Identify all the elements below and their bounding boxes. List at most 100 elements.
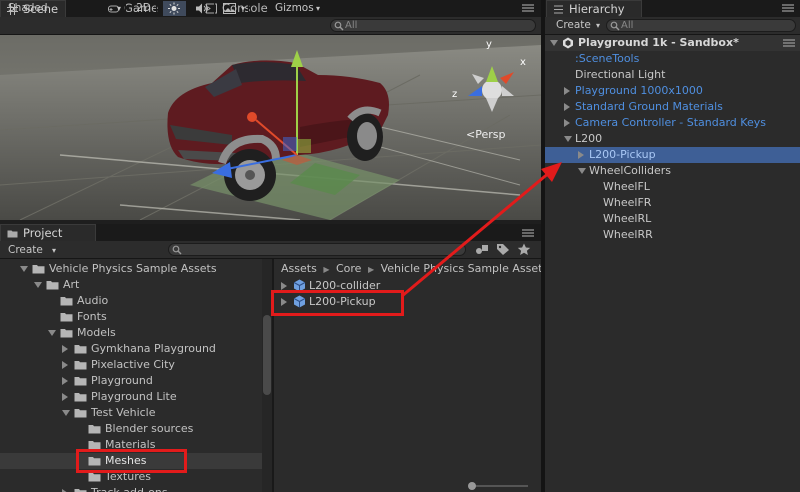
shading-mode-dropdown[interactable]: Shaded ▾	[4, 1, 126, 16]
projection-toggle[interactable]: <Persp	[466, 128, 505, 141]
folder-tree-label: Fonts	[77, 310, 107, 323]
hierarchy-item[interactable]: L200	[545, 131, 800, 147]
expand-arrow-icon[interactable]	[564, 103, 570, 111]
asset-zoom-slider[interactable]	[468, 482, 528, 490]
breadcrumb-vehicle-physics[interactable]: Vehicle Physics Sample Assets	[381, 262, 541, 275]
folder-tree-item[interactable]: Playground	[0, 373, 262, 389]
folder-tree-item[interactable]: Gymkhana Playground	[0, 341, 262, 357]
scene-search-input[interactable]: All	[330, 19, 536, 32]
slider-handle[interactable]	[468, 482, 476, 490]
effects-dropdown[interactable]: ▾	[219, 1, 249, 16]
chevron-down-icon: ▾	[315, 4, 320, 13]
folder-icon	[74, 489, 87, 492]
chevron-down-icon: ▾	[240, 4, 245, 13]
collapse-arrow-icon[interactable]	[62, 410, 70, 416]
2d-toggle-button[interactable]: 2D	[131, 1, 157, 16]
hierarchy-item[interactable]: Playground 1000x1000	[545, 83, 800, 99]
breadcrumb-separator-icon: ▶	[367, 265, 375, 274]
hierarchy-item[interactable]: WheelFL	[545, 179, 800, 195]
hierarchy-item[interactable]: WheelRL	[545, 211, 800, 227]
hierarchy-search-input[interactable]: All	[606, 19, 796, 32]
folder-tree-label: Vehicle Physics Sample Assets	[49, 262, 217, 275]
tab-hierarchy[interactable]: Hierarchy	[546, 0, 642, 17]
folder-icon	[88, 425, 101, 434]
folder-tree-item[interactable]: Playground Lite	[0, 389, 262, 405]
collapse-arrow-icon[interactable]	[564, 136, 572, 142]
scene-header-row[interactable]: Playground 1k - Sandbox*	[545, 35, 800, 51]
chevron-down-icon: ▾	[595, 21, 600, 30]
tab-hierarchy-label: Hierarchy	[569, 2, 625, 16]
folder-tree-item[interactable]: Models	[0, 325, 262, 341]
gizmos-dropdown[interactable]: Gizmos ▾	[270, 1, 324, 16]
folder-tree-item[interactable]: Vehicle Physics Sample Assets	[0, 261, 262, 277]
project-search-input[interactable]	[168, 243, 466, 256]
breadcrumb-assets[interactable]: Assets	[281, 262, 317, 275]
collapse-arrow-icon[interactable]	[20, 266, 28, 272]
project-create-label: Create	[8, 244, 43, 256]
hierarchy-item-label: Standard Ground Materials	[575, 100, 723, 113]
search-by-label-icon[interactable]	[496, 243, 510, 256]
breadcrumb-separator-icon: ▶	[323, 265, 330, 274]
hierarchy-item[interactable]: WheelRR	[545, 227, 800, 243]
collapse-arrow-icon[interactable]	[34, 282, 42, 288]
gizmos-label: Gizmos	[275, 2, 314, 14]
scrollbar-thumb[interactable]	[263, 315, 271, 395]
hierarchy-item[interactable]: Standard Ground Materials	[545, 99, 800, 115]
highlight-box-asset	[271, 290, 404, 316]
hierarchy-item[interactable]: WheelColliders	[545, 163, 800, 179]
expand-arrow-icon[interactable]	[564, 119, 570, 127]
hierarchy-item[interactable]: Directional Light	[545, 67, 800, 83]
hierarchy-panel-menu-icon[interactable]	[782, 3, 794, 13]
expand-arrow-icon[interactable]	[564, 87, 570, 95]
hierarchy-item[interactable]: WheelFR	[545, 195, 800, 211]
folder-tree-item[interactable]: Blender sources	[0, 421, 262, 437]
2d-toggle-label: 2D	[136, 2, 151, 14]
favorite-star-icon[interactable]	[517, 243, 531, 256]
lighting-toggle-button[interactable]	[163, 1, 187, 16]
breadcrumb: Assets ▶ Core ▶ Vehicle Physics Sample A…	[281, 261, 541, 277]
expand-arrow-icon[interactable]	[62, 377, 68, 385]
folder-icon	[60, 297, 73, 306]
scene-viewport[interactable]: y x z <Persp	[0, 35, 541, 220]
hierarchy-item[interactable]: L200-Pickup	[545, 147, 800, 163]
folder-icon	[74, 393, 87, 402]
speaker-icon	[196, 3, 208, 14]
folder-icon	[74, 345, 87, 354]
folder-icon	[74, 409, 87, 418]
search-icon	[610, 21, 620, 31]
search-icon	[172, 245, 182, 255]
collapse-arrow-icon[interactable]	[550, 40, 558, 46]
folder-tree-item[interactable]: Test Vehicle	[0, 405, 262, 421]
expand-arrow-icon[interactable]	[62, 345, 68, 353]
hierarchy-item[interactable]: :SceneTools	[545, 51, 800, 67]
folder-tree-item[interactable]: Track add-ons	[0, 485, 262, 492]
expand-arrow-icon[interactable]	[281, 282, 287, 290]
folder-tree-label: Test Vehicle	[91, 406, 156, 419]
tab-project[interactable]: Project	[0, 224, 96, 241]
folder-tree-item[interactable]: Art	[0, 277, 262, 293]
collapse-arrow-icon[interactable]	[578, 168, 586, 174]
folder-tree-item[interactable]: Audio	[0, 293, 262, 309]
search-by-type-icon[interactable]	[475, 243, 489, 256]
tab-project-label: Project	[23, 226, 63, 240]
folder-icon	[46, 281, 59, 290]
hierarchy-item-label: WheelColliders	[589, 164, 672, 177]
folder-tree-item[interactable]: Pixelactive City	[0, 357, 262, 373]
scene-panel-menu-icon[interactable]	[522, 3, 534, 13]
hierarchy-item[interactable]: Camera Controller - Standard Keys	[545, 115, 800, 131]
hierarchy-create-dropdown[interactable]: Create ▾	[552, 18, 602, 33]
project-panel-menu-icon[interactable]	[522, 228, 534, 238]
folder-tree-item[interactable]: Fonts	[0, 309, 262, 325]
expand-arrow-icon[interactable]	[62, 361, 68, 369]
hierarchy-tree: Playground 1k - Sandbox* :SceneTools Dire…	[545, 35, 800, 492]
project-create-dropdown[interactable]: Create ▾	[4, 243, 58, 258]
collapse-arrow-icon[interactable]	[48, 330, 56, 336]
folder-tree-label: Audio	[77, 294, 109, 307]
expand-arrow-icon[interactable]	[578, 151, 584, 159]
folder-tree-label: Gymkhana Playground	[91, 342, 216, 355]
breadcrumb-core[interactable]: Core	[336, 262, 361, 275]
audio-toggle-button[interactable]	[191, 1, 215, 16]
expand-arrow-icon[interactable]	[62, 393, 68, 401]
hierarchy-item-label: L200	[575, 132, 603, 145]
scene-menu-icon[interactable]	[783, 38, 795, 48]
